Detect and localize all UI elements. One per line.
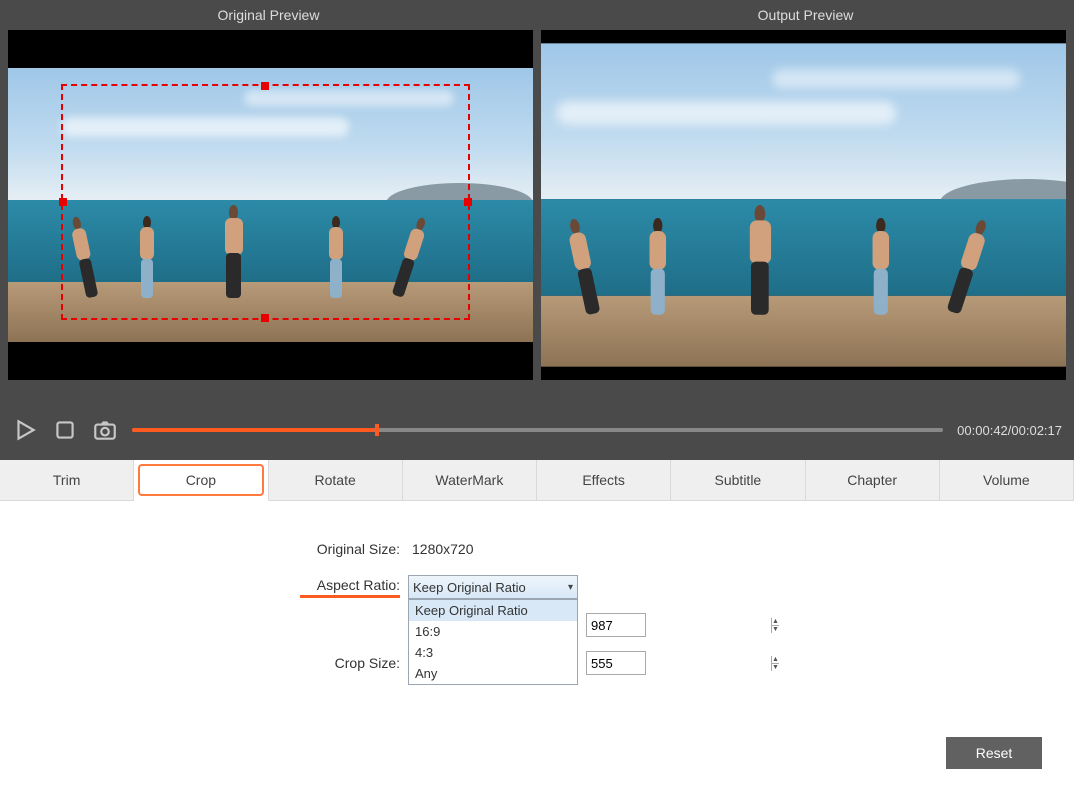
original-preview-label: Original Preview — [0, 7, 537, 23]
crop-handle-left[interactable] — [59, 198, 67, 206]
aspect-ratio-selected: Keep Original Ratio — [413, 580, 526, 595]
tab-chapter[interactable]: Chapter — [806, 460, 940, 500]
video-frame-output — [541, 43, 1066, 366]
timecode: 00:00:42/00:02:17 — [957, 423, 1062, 438]
tab-volume[interactable]: Volume — [940, 460, 1074, 500]
width-step-up[interactable]: ▲ — [772, 618, 779, 626]
stop-icon[interactable] — [52, 417, 78, 443]
progress-bar[interactable] — [132, 428, 943, 432]
preview-area: Original Preview Output Preview — [0, 0, 1074, 460]
aspect-ratio-label: Aspect Ratio: — [300, 577, 400, 598]
aspect-option-1[interactable]: 16:9 — [409, 621, 577, 642]
crop-handle-bottom[interactable] — [261, 314, 269, 322]
play-icon[interactable] — [12, 417, 38, 443]
height-step-up[interactable]: ▲ — [772, 656, 779, 664]
crop-width-input[interactable]: ▲▼ — [586, 613, 646, 637]
aspect-ratio-select[interactable]: Keep Original Ratio ▾ — [408, 575, 578, 599]
output-preview-label: Output Preview — [537, 7, 1074, 23]
crop-height-field[interactable] — [587, 656, 771, 671]
aspect-option-0[interactable]: Keep Original Ratio — [409, 600, 577, 621]
edit-tabs: TrimCropRotateWaterMarkEffectsSubtitleCh… — [0, 460, 1074, 501]
aspect-option-2[interactable]: 4:3 — [409, 642, 577, 663]
tab-watermark[interactable]: WaterMark — [403, 460, 537, 500]
aspect-ratio-dropdown[interactable]: Keep Original Ratio16:94:3Any — [408, 599, 578, 685]
output-preview — [541, 30, 1066, 380]
tab-subtitle[interactable]: Subtitle — [671, 460, 805, 500]
camera-icon[interactable] — [92, 417, 118, 443]
crop-height-input[interactable]: ▲▼ — [586, 651, 646, 675]
crop-width-field[interactable] — [587, 618, 771, 633]
tab-trim[interactable]: Trim — [0, 460, 134, 500]
height-step-down[interactable]: ▼ — [772, 664, 779, 671]
tab-rotate[interactable]: Rotate — [269, 460, 403, 500]
tab-crop[interactable]: Crop — [134, 460, 268, 501]
aspect-option-3[interactable]: Any — [409, 663, 577, 684]
original-size-label: Original Size: — [300, 541, 400, 557]
original-preview[interactable] — [8, 30, 533, 380]
crop-selection[interactable] — [61, 84, 471, 320]
original-size-value: 1280x720 — [412, 541, 474, 557]
crop-size-label: Crop Size: — [300, 655, 400, 671]
crop-handle-right[interactable] — [464, 198, 472, 206]
crop-panel: Original Size: 1280x720 Aspect Ratio: Ke… — [0, 501, 1074, 787]
tab-effects[interactable]: Effects — [537, 460, 671, 500]
video-frame-original — [8, 68, 533, 342]
reset-button[interactable]: Reset — [946, 737, 1042, 769]
chevron-down-icon: ▾ — [568, 582, 573, 593]
width-step-down[interactable]: ▼ — [772, 626, 779, 633]
crop-handle-top[interactable] — [261, 82, 269, 90]
